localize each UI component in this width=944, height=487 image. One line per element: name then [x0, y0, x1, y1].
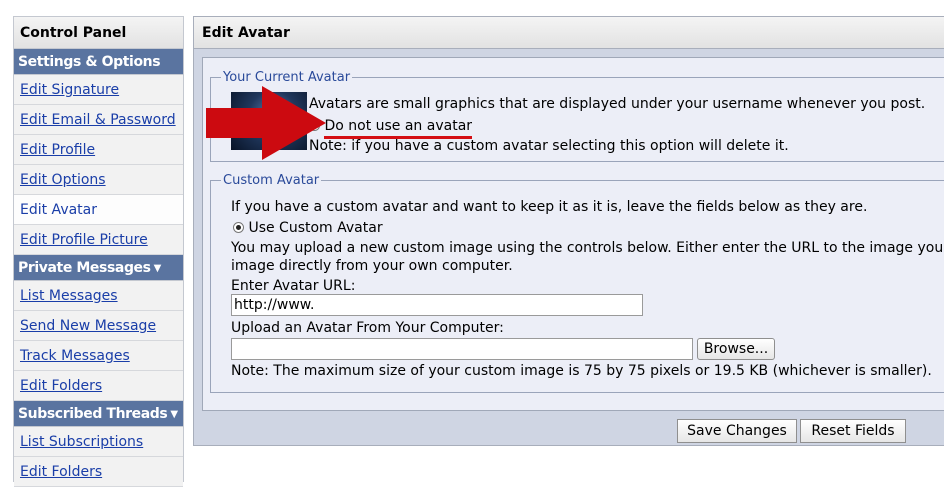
section-settings-options-label: Settings & Options	[18, 54, 161, 70]
chevron-down-icon[interactable]: ▼	[170, 409, 178, 420]
section-settings-options[interactable]: Settings & Options	[14, 49, 183, 75]
edit-avatar-link[interactable]: Edit Avatar	[20, 202, 97, 218]
edit-profile-picture-link[interactable]: Edit Profile Picture	[20, 232, 148, 248]
edit-signature-link[interactable]: Edit Signature	[20, 82, 119, 98]
custom-avatar-legend: Custom Avatar	[223, 173, 320, 188]
control-panel-title: Control Panel	[14, 17, 183, 49]
browse-button[interactable]: Browse...	[697, 338, 775, 360]
chevron-down-icon[interactable]: ▼	[154, 263, 162, 274]
sidebar-item-edit-email-password[interactable]: Edit Email & Password	[14, 105, 183, 135]
delete-avatar-note: Note: if you have a custom avatar select…	[309, 138, 789, 154]
edit-avatar-panel: Edit Avatar Your Current Avatar Avatars …	[193, 16, 944, 446]
upload-instructions-line2: image directly from your own computer.	[231, 258, 513, 274]
sidebar-item-edit-profile-picture[interactable]: Edit Profile Picture	[14, 225, 183, 255]
size-limit-note: Note: The maximum size of your custom im…	[231, 363, 932, 379]
section-subscribed-threads[interactable]: Subscribed Threads ▼	[14, 401, 183, 427]
edit-profile-link[interactable]: Edit Profile	[20, 142, 95, 158]
use-custom-avatar-option[interactable]: Use Custom Avatar	[233, 220, 383, 236]
no-avatar-label[interactable]: Do not use an avatar	[324, 118, 473, 139]
list-messages-link[interactable]: List Messages	[20, 288, 118, 304]
track-messages-link[interactable]: Track Messages	[20, 348, 130, 364]
sidebar-item-edit-profile[interactable]: Edit Profile	[14, 135, 183, 165]
sidebar-item-edit-folders-threads[interactable]: Edit Folders	[14, 457, 183, 487]
sidebar-item-edit-options[interactable]: Edit Options	[14, 165, 183, 195]
upload-file-input[interactable]	[231, 338, 693, 360]
sidebar-item-list-subscriptions[interactable]: List Subscriptions	[14, 427, 183, 457]
avatar-description: Avatars are small graphics that are disp…	[309, 96, 926, 112]
sidebar-item-track-messages[interactable]: Track Messages	[14, 341, 183, 371]
save-changes-button[interactable]: Save Changes	[677, 419, 797, 443]
use-custom-avatar-radio[interactable]	[233, 221, 244, 233]
upload-instructions-line1: You may upload a new custom image using …	[231, 240, 944, 256]
sidebar-item-edit-signature[interactable]: Edit Signature	[14, 75, 183, 105]
sidebar-item-edit-folders-pm[interactable]: Edit Folders	[14, 371, 183, 401]
sidebar-item-list-messages[interactable]: List Messages	[14, 281, 183, 311]
section-private-messages[interactable]: Private Messages ▼	[14, 255, 183, 281]
upload-avatar-label: Upload an Avatar From Your Computer:	[231, 320, 504, 336]
send-new-message-link[interactable]: Send New Message	[20, 318, 156, 334]
custom-avatar-intro: If you have a custom avatar and want to …	[231, 199, 868, 215]
edit-folders-pm-link[interactable]: Edit Folders	[20, 378, 102, 394]
section-private-messages-label: Private Messages	[18, 260, 151, 276]
no-avatar-option[interactable]: Do not use an avatar	[309, 118, 473, 139]
sidebar-item-edit-avatar[interactable]: Edit Avatar	[14, 195, 183, 225]
red-arrow-icon	[206, 86, 326, 160]
current-avatar-legend: Your Current Avatar	[223, 70, 351, 85]
avatar-url-label: Enter Avatar URL:	[231, 278, 356, 294]
list-subscriptions-link[interactable]: List Subscriptions	[20, 434, 143, 450]
section-subscribed-threads-label: Subscribed Threads	[18, 406, 168, 422]
page-title: Edit Avatar	[194, 17, 944, 49]
edit-folders-threads-link[interactable]: Edit Folders	[20, 464, 102, 480]
reset-fields-button[interactable]: Reset Fields	[800, 419, 906, 443]
control-panel-sidebar: Control Panel Settings & Options Edit Si…	[13, 16, 184, 487]
edit-options-link[interactable]: Edit Options	[20, 172, 106, 188]
use-custom-avatar-label[interactable]: Use Custom Avatar	[248, 220, 382, 236]
sidebar-item-send-new-message[interactable]: Send New Message	[14, 311, 183, 341]
avatar-url-input[interactable]: http://www.	[231, 294, 643, 316]
edit-email-password-link[interactable]: Edit Email & Password	[20, 112, 176, 128]
